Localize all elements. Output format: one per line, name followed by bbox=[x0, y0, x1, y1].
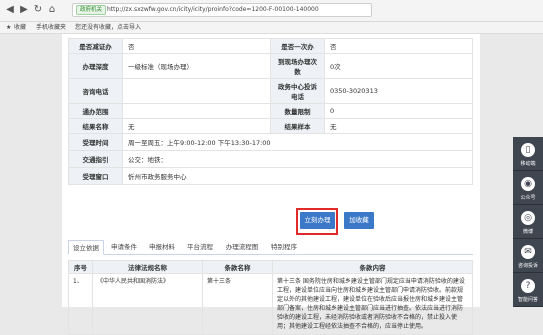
chat-icon: ✉ bbox=[521, 245, 535, 259]
clause-name: 第十三条 bbox=[202, 273, 273, 335]
info-row: 咨询电话 政务中心投诉电话 0350-3020313 bbox=[68, 78, 473, 104]
info-value: 否 bbox=[324, 38, 473, 54]
robot-icon: ? bbox=[521, 279, 535, 293]
address-bar[interactable]: http://zx.sxzwfw.gov.cn/icity/icity/proi… bbox=[72, 3, 372, 17]
info-row: 结果名称无结果样本无 bbox=[68, 118, 473, 134]
back-icon[interactable]: ◀ bbox=[4, 4, 16, 16]
tab-materials[interactable]: 申报材料 bbox=[144, 240, 180, 255]
tab-conditions[interactable]: 申请条件 bbox=[106, 240, 142, 255]
info-label: 结果名称 bbox=[68, 118, 123, 134]
info-row: 受理窗口 忻州市政务服务中心 bbox=[68, 167, 473, 185]
info-label: 到现场办理次数 bbox=[270, 53, 325, 79]
clause-no: 1、 bbox=[68, 273, 93, 335]
col-clause: 条款名称 bbox=[202, 260, 273, 274]
mobile-icon: ▯ bbox=[521, 143, 535, 157]
apply-now-button[interactable]: 立刻办理 bbox=[300, 212, 335, 229]
rail-item-weibo[interactable]: ◎ 微博 bbox=[513, 205, 543, 239]
clause-content: 第十三条 国务院住房和城乡建设主管部门规定应当申请消防验收的建设工程，建设单位应… bbox=[272, 273, 473, 335]
info-value: 0 bbox=[324, 103, 473, 119]
rail-item-wechat[interactable]: ◉ 公众号 bbox=[513, 171, 543, 205]
rail-item-qa[interactable]: ? 智能问答 bbox=[513, 273, 543, 307]
info-row: 交通指引 公交：地铁： bbox=[68, 150, 473, 168]
col-law: 法律法规名称 bbox=[92, 260, 203, 274]
clause-law: 《中华人民共和国消防法》 bbox=[92, 273, 203, 335]
info-label: 受理时间 bbox=[68, 133, 123, 151]
gov-badge: 政府机关 bbox=[76, 5, 107, 15]
col-no: 序号 bbox=[68, 260, 93, 274]
table-row: 1、 《中华人民共和国消防法》 第十三条 第十三条 国务院住房和城乡建设主管部门… bbox=[68, 273, 473, 335]
home-icon[interactable]: ⌂ bbox=[46, 4, 58, 16]
info-label: 结果样本 bbox=[270, 118, 325, 134]
info-value: 忻州市政务服务中心 bbox=[122, 167, 473, 185]
tab-legal-basis[interactable]: 设立依据 bbox=[68, 240, 104, 255]
info-value bbox=[122, 103, 271, 119]
page-content: 是否减证办否是否一次办否办理深度 一级标准（现场办理） 到现场办理次数 0次 咨询电话政… bbox=[62, 34, 480, 335]
rail-item-consult[interactable]: ✉ 咨询投诉 bbox=[513, 239, 543, 273]
col-content: 条款内容 bbox=[272, 260, 473, 274]
info-value: 0350-3020313 bbox=[324, 78, 473, 104]
clauses-table: 序号 法律法规名称 条款名称 条款内容 1、 《中华人民共和国消防法》 第十三条… bbox=[68, 260, 473, 335]
info-value: 一级标准（现场办理） bbox=[122, 53, 271, 79]
info-label: 是否减证办 bbox=[68, 38, 123, 54]
info-row: 受理时间 周一至周五：上午9:00-12:00 下午13:30-17:00 bbox=[68, 133, 473, 151]
bookmark-mobile[interactable]: 手机收藏夹 bbox=[36, 22, 66, 33]
info-row: 办理深度 一级标准（现场办理） 到现场办理次数 0次 bbox=[68, 53, 473, 79]
info-row: 通办范围 数量限制 0 bbox=[68, 103, 473, 119]
wechat-icon: ◉ bbox=[521, 177, 535, 191]
info-value: 0次 bbox=[324, 53, 473, 79]
refresh-icon[interactable]: ↻ bbox=[32, 4, 44, 16]
info-label: 政务中心投诉电话 bbox=[270, 78, 325, 104]
info-label: 是否一次办 bbox=[270, 38, 325, 54]
rail-item-mobile[interactable]: ▯ 移动端 bbox=[513, 137, 543, 171]
bookmark-import[interactable]: 您还没有收藏，点击导入 bbox=[75, 22, 141, 33]
info-value: 周一至周五：上午9:00-12:00 下午13:30-17:00 bbox=[122, 133, 473, 151]
detail-tabs: 设立依据 申请条件 申报材料 平台流程 办理流程图 特别程序 bbox=[68, 240, 473, 255]
tab-flowchart[interactable]: 办理流程图 bbox=[220, 240, 264, 255]
info-label: 通办范围 bbox=[68, 103, 123, 119]
info-row: 是否减证办否是否一次办否 bbox=[68, 38, 473, 54]
bookmark-star-icon: ★ bbox=[6, 24, 12, 31]
info-label: 交通指引 bbox=[68, 150, 123, 168]
info-value bbox=[122, 78, 271, 104]
forward-icon[interactable]: ▶ bbox=[18, 4, 30, 16]
info-label: 办理深度 bbox=[68, 53, 123, 79]
info-value: 无 bbox=[324, 118, 473, 134]
info-value: 否 bbox=[122, 38, 271, 54]
info-label: 受理窗口 bbox=[68, 167, 123, 185]
info-value: 无 bbox=[122, 118, 271, 134]
info-label: 数量限制 bbox=[270, 103, 325, 119]
info-label: 咨询电话 bbox=[68, 78, 123, 104]
browser-toolbar: ◀ ▶ ↻ ⌂ http://zx.sxzwfw.gov.cn/icity/ic… bbox=[0, 0, 543, 22]
info-value: 公交：地铁： bbox=[122, 150, 473, 168]
service-info-table: 是否减证办否是否一次办否办理深度 一级标准（现场办理） 到现场办理次数 0次 咨询电话政… bbox=[68, 38, 473, 185]
tab-special-procedure[interactable]: 特别程序 bbox=[266, 240, 302, 255]
bookmark-favorites[interactable]: 收藏 bbox=[14, 22, 26, 33]
weibo-icon: ◎ bbox=[521, 211, 535, 225]
add-favorite-button[interactable]: 加收藏 bbox=[344, 212, 374, 229]
right-float-rail: ▯ 移动端 ◉ 公众号 ◎ 微博 ✉ 咨询投诉 ? 智能问答 bbox=[513, 137, 543, 307]
bookmarks-bar: ★ 收藏 手机收藏夹 您还没有收藏，点击导入 bbox=[0, 22, 543, 34]
tab-platform-flow[interactable]: 平台流程 bbox=[182, 240, 218, 255]
